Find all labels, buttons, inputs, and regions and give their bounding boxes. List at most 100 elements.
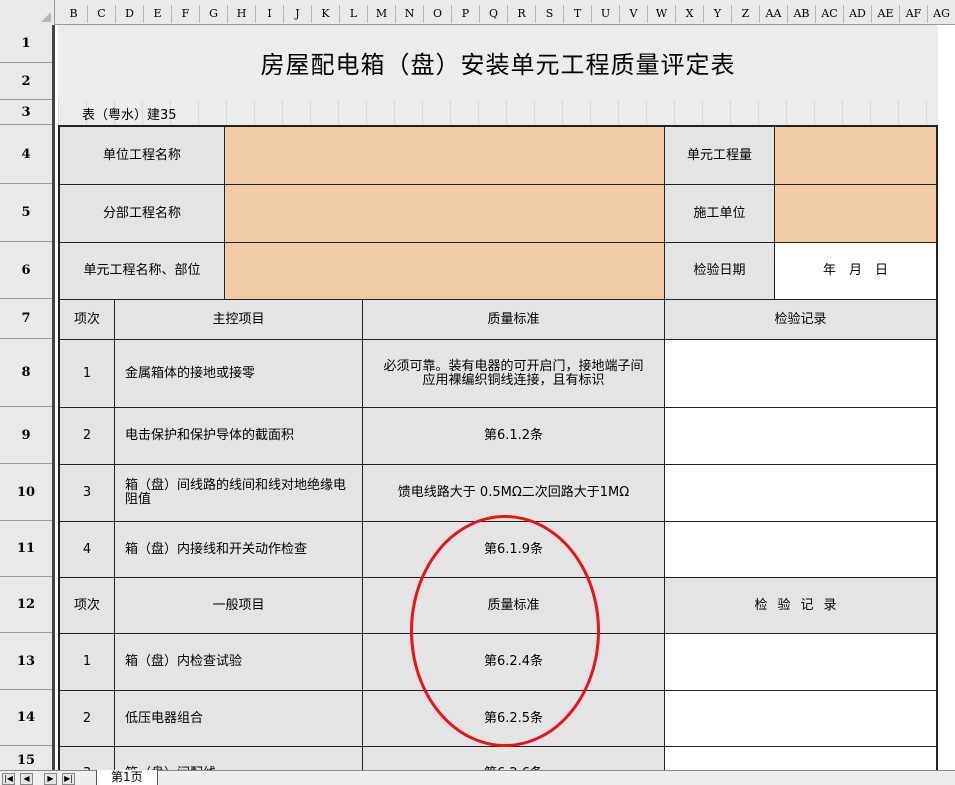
column-letter[interactable]: E: [144, 5, 172, 23]
row-number[interactable]: 9: [0, 407, 52, 464]
general-item-standard[interactable]: 第6.2.5条: [363, 691, 665, 747]
general-item-no[interactable]: 2: [60, 691, 115, 747]
column-letter[interactable]: Q: [480, 5, 508, 23]
general-item-name[interactable]: 低压电器组合: [115, 691, 363, 747]
column-letter[interactable]: T: [564, 5, 592, 23]
label-unit-quantity[interactable]: 单元工程量: [665, 127, 775, 185]
row-number[interactable]: 6: [0, 242, 52, 299]
main-item-name[interactable]: 箱（盘）内接线和开关动作检查: [115, 522, 363, 578]
column-letter[interactable]: M: [368, 5, 396, 23]
row-number[interactable]: 4: [0, 125, 52, 184]
input-unit-engineering[interactable]: [225, 243, 665, 300]
main-item-no[interactable]: 4: [60, 522, 115, 578]
main-item-no[interactable]: 1: [60, 340, 115, 408]
main-item-name[interactable]: 金属箱体的接地或接零: [115, 340, 363, 408]
column-letter[interactable]: P: [452, 5, 480, 23]
row-number[interactable]: 12: [0, 577, 52, 633]
column-letter[interactable]: S: [536, 5, 564, 23]
label-unit-project[interactable]: 单位工程名称: [60, 127, 225, 185]
prev-sheet-icon[interactable]: ◀: [20, 773, 33, 785]
column-letter[interactable]: AD: [844, 5, 872, 23]
column-letter[interactable]: U: [592, 5, 620, 23]
column-letter[interactable]: N: [396, 5, 424, 23]
main-item-record[interactable]: [665, 465, 936, 522]
column-letter[interactable]: Z: [732, 5, 760, 23]
next-sheet-icon[interactable]: ▶: [44, 773, 57, 785]
header-standard[interactable]: 质量标准: [363, 300, 665, 340]
column-letter[interactable]: I: [256, 5, 284, 23]
last-sheet-icon[interactable]: ▶|: [62, 773, 75, 785]
general-header-standard[interactable]: 质量标准: [363, 578, 665, 634]
main-item-record[interactable]: [665, 340, 936, 408]
header-item-no[interactable]: 项次: [60, 300, 115, 340]
label-inspection-date[interactable]: 检验日期: [665, 243, 775, 300]
general-header-item-no[interactable]: 项次: [60, 578, 115, 634]
column-letter[interactable]: W: [648, 5, 676, 23]
column-letter[interactable]: AF: [900, 5, 928, 23]
column-letter[interactable]: H: [228, 5, 256, 23]
column-letter[interactable]: R: [508, 5, 536, 23]
row-number[interactable]: 1: [0, 25, 52, 63]
input-unit-project[interactable]: [225, 127, 665, 185]
row-number[interactable]: 8: [0, 339, 52, 407]
column-letter[interactable]: K: [312, 5, 340, 23]
row-number[interactable]: 7: [0, 299, 52, 339]
general-header-item[interactable]: 一般项目: [115, 578, 363, 634]
general-item-standard[interactable]: 第6.2.4条: [363, 634, 665, 691]
column-letter[interactable]: L: [340, 5, 368, 23]
row-number[interactable]: 11: [0, 521, 52, 577]
main-item-no[interactable]: 3: [60, 465, 115, 522]
header-record[interactable]: 检验记录: [665, 300, 936, 340]
label-sub-project[interactable]: 分部工程名称: [60, 185, 225, 243]
general-item-name[interactable]: 箱（盘）内检查试验: [115, 634, 363, 691]
form-title[interactable]: 房屋配电箱（盘）安装单元工程质量评定表: [58, 25, 938, 100]
inspection-date-value[interactable]: 年 月 日: [775, 243, 936, 300]
general-item-name[interactable]: 箱（盘）间配线: [115, 747, 363, 770]
row-number[interactable]: 5: [0, 184, 52, 242]
column-letter[interactable]: B: [60, 5, 88, 23]
column-letter[interactable]: F: [172, 5, 200, 23]
label-construction-unit[interactable]: 施工单位: [665, 185, 775, 243]
column-letter[interactable]: AG: [928, 5, 955, 23]
input-construction-unit[interactable]: [775, 185, 936, 243]
row-number[interactable]: 10: [0, 464, 52, 521]
select-all-corner[interactable]: [0, 0, 55, 25]
row-number[interactable]: 3: [0, 100, 52, 125]
main-item-record[interactable]: [665, 408, 936, 465]
sheet-tab-page1[interactable]: 第1页: [96, 770, 158, 785]
main-item-standard[interactable]: 必须可靠。装有电器的可开启门，接地端子间应用裸编织铜线连接，且有标识: [363, 340, 665, 408]
column-letter[interactable]: C: [88, 5, 116, 23]
main-item-no[interactable]: 2: [60, 408, 115, 465]
row-number[interactable]: 14: [0, 690, 52, 746]
general-header-record[interactable]: 检验记录: [665, 578, 936, 634]
main-item-name[interactable]: 箱（盘）间线路的线间和线对地绝缘电阻值: [115, 465, 363, 522]
column-letter[interactable]: G: [200, 5, 228, 23]
label-unit-engineering[interactable]: 单元工程名称、部位: [60, 243, 225, 300]
column-letter[interactable]: J: [284, 5, 312, 23]
general-item-no[interactable]: 3: [60, 747, 115, 770]
general-item-record[interactable]: [665, 691, 936, 747]
input-sub-project[interactable]: [225, 185, 665, 243]
general-item-standard[interactable]: 第6.2.6条: [363, 747, 665, 770]
column-letter[interactable]: V: [620, 5, 648, 23]
column-letter[interactable]: AB: [788, 5, 816, 23]
form-code[interactable]: 表（粤水）建35: [82, 104, 177, 123]
main-item-name[interactable]: 电击保护和保护导体的截面积: [115, 408, 363, 465]
general-item-no[interactable]: 1: [60, 634, 115, 691]
general-item-record[interactable]: [665, 747, 936, 770]
main-item-standard[interactable]: 馈电线路大于 0.5MΩ二次回路大于1MΩ: [363, 465, 665, 522]
main-item-record[interactable]: [665, 522, 936, 578]
column-letter[interactable]: AE: [872, 5, 900, 23]
column-letter[interactable]: AC: [816, 5, 844, 23]
column-letter[interactable]: D: [116, 5, 144, 23]
row-number[interactable]: 13: [0, 633, 52, 690]
general-item-record[interactable]: [665, 634, 936, 691]
column-letter[interactable]: Y: [704, 5, 732, 23]
row-number[interactable]: 2: [0, 63, 52, 100]
header-main-item[interactable]: 主控项目: [115, 300, 363, 340]
main-item-standard[interactable]: 第6.1.2条: [363, 408, 665, 465]
first-sheet-icon[interactable]: |◀: [2, 773, 15, 785]
column-letter[interactable]: O: [424, 5, 452, 23]
input-unit-quantity[interactable]: [775, 127, 936, 185]
column-letter[interactable]: AA: [760, 5, 788, 23]
